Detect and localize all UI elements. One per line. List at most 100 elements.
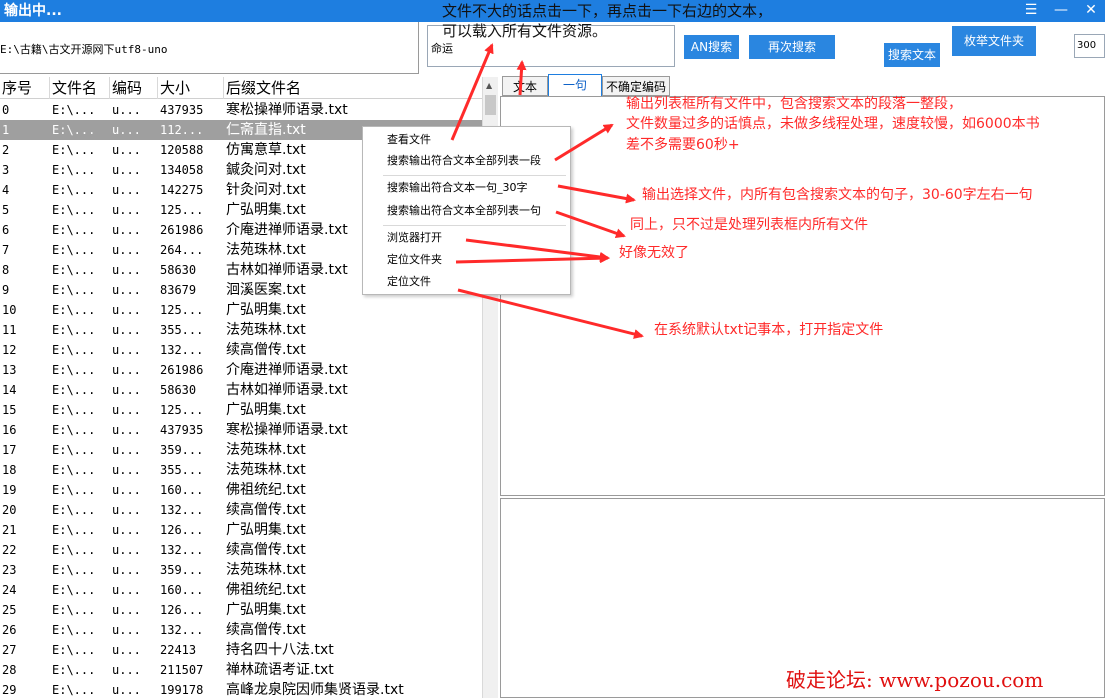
- search-text-button[interactable]: 搜索文本: [884, 43, 940, 67]
- menu-item-locate-folder[interactable]: 定位文件夹: [363, 250, 570, 270]
- cell-index: 9: [2, 283, 10, 297]
- tab-uncertain-encoding[interactable]: 不确定编码: [602, 76, 670, 96]
- cell-filename: E:\...: [52, 343, 96, 357]
- folder-path-display: E:\古籍\古文开源网下utf8-uno: [0, 43, 168, 56]
- enumerate-folder-button[interactable]: 枚举文件夹: [952, 26, 1036, 56]
- cell-size: 83679: [160, 283, 197, 297]
- cell-suffix-name: 寒松操禅师语录.txt: [226, 422, 348, 438]
- table-row[interactable]: 29 E:\... u... 199178 高峰龙泉院因师集贤语录.txt: [0, 680, 482, 698]
- cell-size: 359...: [160, 563, 204, 577]
- column-header-suffix-name[interactable]: 后缀文件名: [224, 77, 482, 99]
- menu-item-browser-open[interactable]: 浏览器打开: [363, 228, 570, 248]
- table-row[interactable]: 14 E:\... u... 58630 古林如禅师语录.txt: [0, 380, 482, 400]
- result-text-area[interactable]: [500, 96, 1105, 496]
- cell-filename: E:\...: [52, 623, 96, 637]
- cell-index: 13: [2, 363, 17, 377]
- divider: [0, 73, 419, 74]
- cell-encoding: u...: [112, 503, 141, 517]
- tab-sentence[interactable]: 一句: [548, 74, 602, 97]
- table-row[interactable]: 26 E:\... u... 132... 续高僧传.txt: [0, 620, 482, 640]
- scroll-thumb[interactable]: [485, 95, 496, 115]
- table-row[interactable]: 0 E:\... u... 437935 寒松操禅师语录.txt: [0, 100, 482, 120]
- table-row[interactable]: 10 E:\... u... 125... 广弘明集.txt: [0, 300, 482, 320]
- cell-index: 17: [2, 443, 17, 457]
- cell-size: 437935: [160, 103, 204, 117]
- scroll-up-icon[interactable]: ▲: [486, 81, 492, 90]
- annotation-paragraph-line1: 输出列表框所有文件中，包含搜索文本的段落一整段，: [626, 96, 962, 112]
- table-row[interactable]: 21 E:\... u... 126... 广弘明集.txt: [0, 520, 482, 540]
- menu-item-search-sentence-30[interactable]: 搜索输出符合文本一句_30字: [363, 178, 570, 198]
- column-header-index[interactable]: 序号: [0, 77, 50, 99]
- cell-index: 10: [2, 303, 17, 317]
- cell-encoding: u...: [112, 183, 141, 197]
- cell-filename: E:\...: [52, 223, 96, 237]
- cell-index: 6: [2, 223, 10, 237]
- cell-index: 27: [2, 643, 17, 657]
- cell-index: 14: [2, 383, 17, 397]
- cell-encoding: u...: [112, 123, 141, 137]
- table-row[interactable]: 27 E:\... u... 22413 持名四十八法.txt: [0, 640, 482, 660]
- cell-index: 4: [2, 183, 10, 197]
- cell-filename: E:\...: [52, 123, 96, 137]
- an-search-button[interactable]: AN搜索: [684, 35, 739, 59]
- table-row[interactable]: 16 E:\... u... 437935 寒松操禅师语录.txt: [0, 420, 482, 440]
- divider: [418, 22, 419, 74]
- window-title: 输出中...: [4, 3, 62, 19]
- research-button[interactable]: 再次搜索: [749, 35, 835, 59]
- cell-size: 58630: [160, 383, 197, 397]
- cell-size: 126...: [160, 523, 204, 537]
- menu-item-locate-file[interactable]: 定位文件: [363, 272, 570, 292]
- annotation-paragraph-line3: 差不多需要60秒+: [626, 137, 740, 153]
- table-row[interactable]: 24 E:\... u... 160... 佛祖统纪.txt: [0, 580, 482, 600]
- cell-suffix-name: 广弘明集.txt: [226, 602, 306, 618]
- cell-encoding: u...: [112, 623, 141, 637]
- table-row[interactable]: 22 E:\... u... 132... 续高僧传.txt: [0, 540, 482, 560]
- cell-size: 437935: [160, 423, 204, 437]
- column-header-encoding[interactable]: 编码: [110, 77, 158, 99]
- menu-item-search-all-sentence[interactable]: 搜索输出符合文本全部列表一句: [363, 201, 570, 221]
- table-row[interactable]: 28 E:\... u... 211507 禅林疏语考证.txt: [0, 660, 482, 680]
- table-row[interactable]: 11 E:\... u... 355... 法苑珠林.txt: [0, 320, 482, 340]
- cell-filename: E:\...: [52, 383, 96, 397]
- count-input[interactable]: 300: [1074, 34, 1105, 58]
- column-header-size[interactable]: 大小: [158, 77, 224, 99]
- cell-encoding: u...: [112, 143, 141, 157]
- cell-suffix-name: 法苑珠林.txt: [226, 322, 306, 338]
- table-row[interactable]: 18 E:\... u... 355... 法苑珠林.txt: [0, 460, 482, 480]
- column-header-filename[interactable]: 文件名: [50, 77, 110, 99]
- close-icon[interactable]: ✕: [1078, 0, 1104, 22]
- table-row[interactable]: 20 E:\... u... 132... 续高僧传.txt: [0, 500, 482, 520]
- menu-item-search-all-paragraph[interactable]: 搜索输出符合文本全部列表一段: [363, 151, 570, 171]
- cell-size: 132...: [160, 543, 204, 557]
- cell-suffix-name: 续高僧传.txt: [226, 622, 306, 638]
- cell-index: 18: [2, 463, 17, 477]
- cell-suffix-name: 广弘明集.txt: [226, 402, 306, 418]
- annotation-top-line1: 文件不大的话点击一下，再点击一下右边的文本，: [442, 2, 773, 20]
- table-row[interactable]: 17 E:\... u... 359... 法苑珠林.txt: [0, 440, 482, 460]
- cell-suffix-name: 法苑珠林.txt: [226, 462, 306, 478]
- minimize-icon[interactable]: —: [1048, 0, 1074, 22]
- table-row[interactable]: 12 E:\... u... 132... 续高僧传.txt: [0, 340, 482, 360]
- hamburger-icon[interactable]: ☰: [1018, 0, 1044, 22]
- table-row[interactable]: 25 E:\... u... 126... 广弘明集.txt: [0, 600, 482, 620]
- cell-index: 26: [2, 623, 17, 637]
- annotation-all-sentence: 同上，只不过是处理列表框内所有文件: [630, 217, 868, 233]
- cell-encoding: u...: [112, 423, 141, 437]
- annotation-sentence: 输出选择文件，内所有包含搜索文本的句子，30-60字左右一句: [642, 187, 1033, 203]
- cell-encoding: u...: [112, 563, 141, 577]
- cell-index: 29: [2, 683, 17, 697]
- table-row[interactable]: 13 E:\... u... 261986 介庵进禅师语录.txt: [0, 360, 482, 380]
- cell-filename: E:\...: [52, 283, 96, 297]
- table-row[interactable]: 23 E:\... u... 359... 法苑珠林.txt: [0, 560, 482, 580]
- cell-filename: E:\...: [52, 163, 96, 177]
- cell-filename: E:\...: [52, 583, 96, 597]
- cell-size: 112...: [160, 123, 204, 137]
- cell-encoding: u...: [112, 463, 141, 477]
- cell-filename: E:\...: [52, 303, 96, 317]
- cell-index: 28: [2, 663, 17, 677]
- menu-item-view-file[interactable]: 查看文件: [363, 130, 570, 150]
- tab-text[interactable]: 文本: [502, 76, 548, 96]
- table-row[interactable]: 15 E:\... u... 125... 广弘明集.txt: [0, 400, 482, 420]
- table-row[interactable]: 19 E:\... u... 160... 佛祖统纪.txt: [0, 480, 482, 500]
- cell-index: 15: [2, 403, 17, 417]
